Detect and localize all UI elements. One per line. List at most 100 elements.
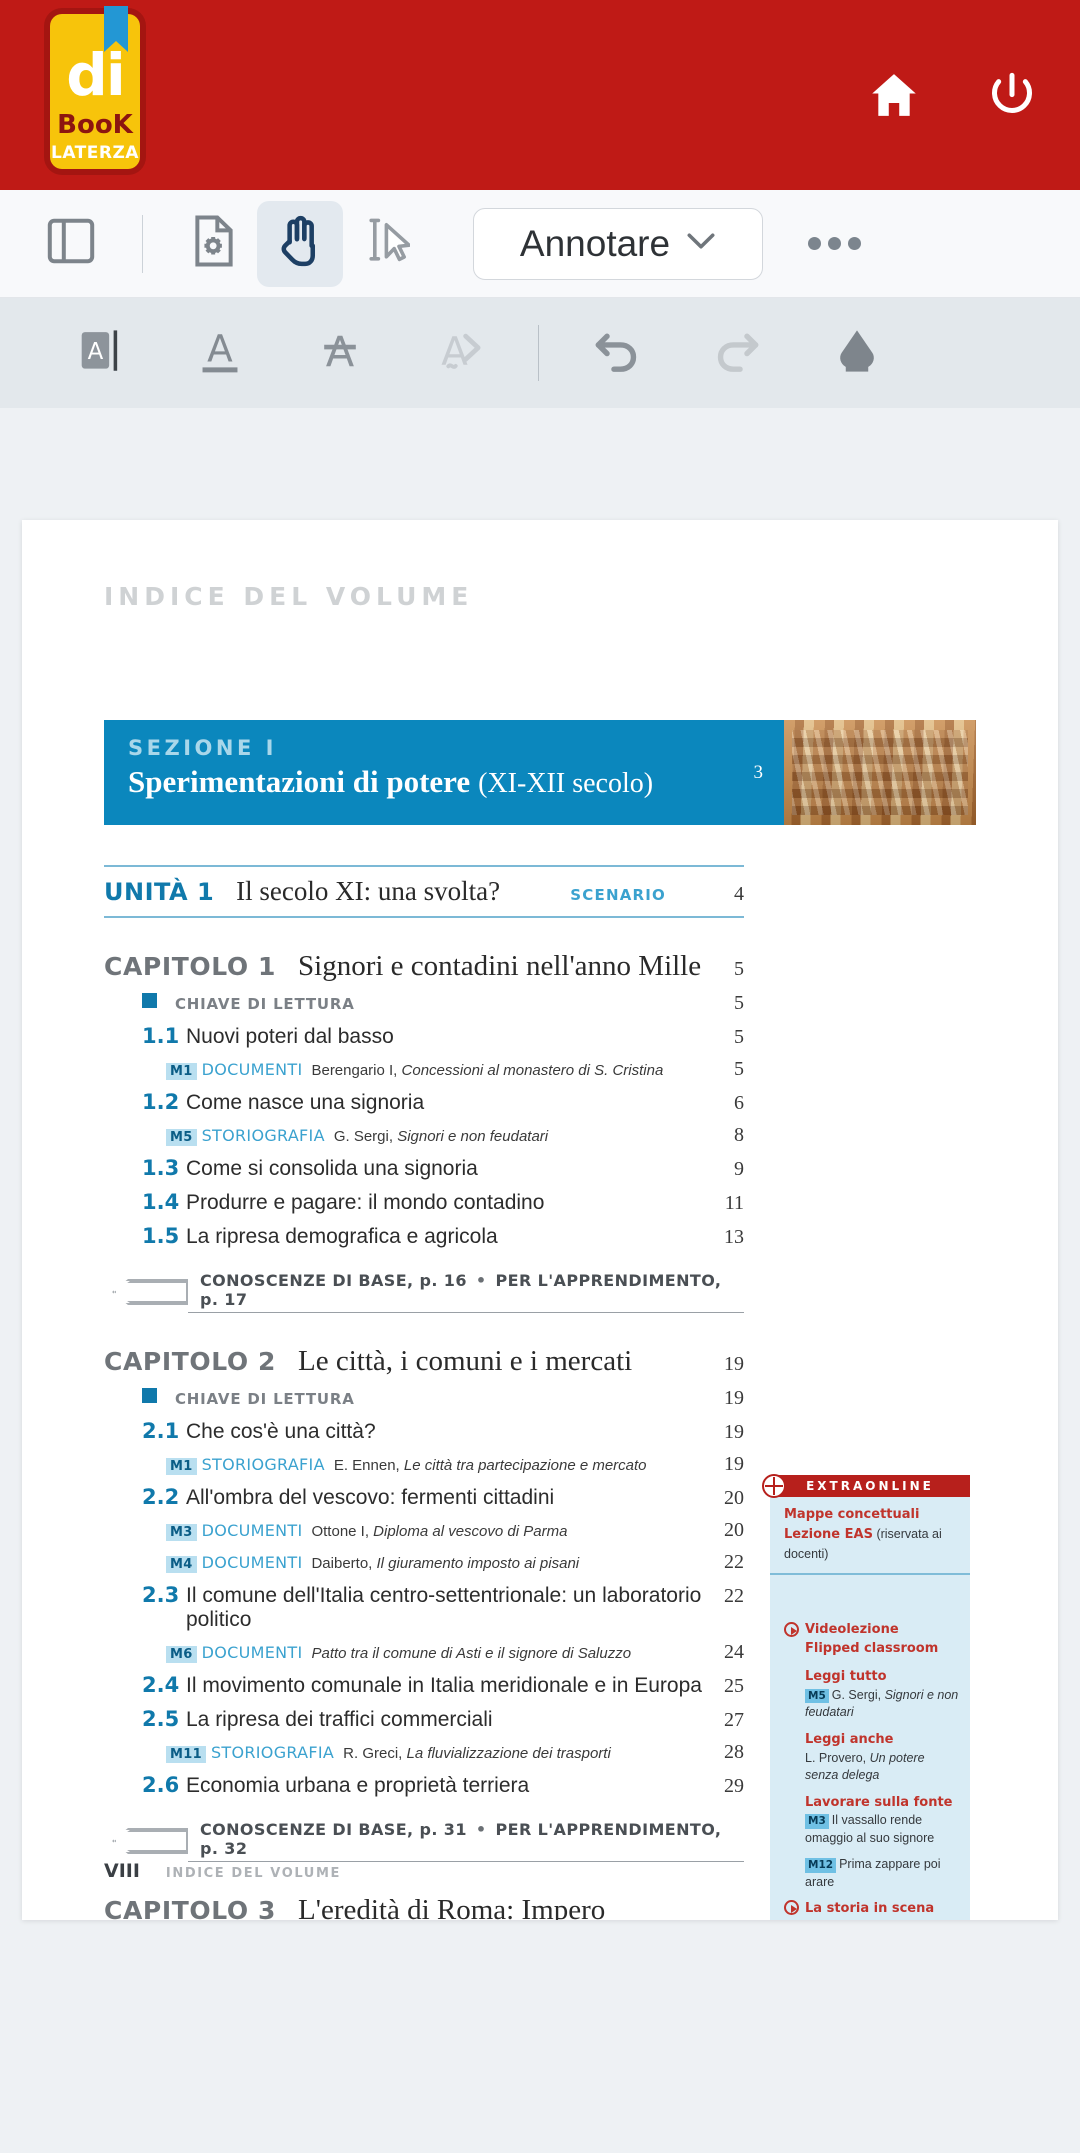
entry-number: 2.5: [142, 1707, 180, 1731]
document-viewport[interactable]: INDICE DEL VOLUME SEZIONE I Sperimentazi…: [0, 408, 1080, 2153]
extra-block-heading: Leggi tutto: [805, 1668, 887, 1684]
extra-block[interactable]: M12 Prima zappare poi arare: [784, 1856, 960, 1891]
entry-page: 8: [734, 1124, 744, 1146]
svg-text:A: A: [326, 327, 355, 376]
toc-entry-material[interactable]: M1 STORIOGRAFIA E. Ennen, Le città tra p…: [104, 1453, 744, 1476]
section-banner-text: SEZIONE I Sperimentazioni di potere (XI-X…: [104, 720, 754, 825]
unit-title: Il secolo XI: una svolta?: [236, 876, 501, 906]
entry-page: 11: [724, 1192, 744, 1214]
toc-entry-chiave[interactable]: CHIAVE DI LETTURA 5: [104, 992, 744, 1015]
material-tag: M1: [166, 1458, 197, 1475]
toc-entry-section[interactable]: 2.6 Economia urbana e proprietà terriera…: [104, 1773, 744, 1798]
chapter-tag: CAPITOLO 1: [104, 952, 277, 981]
power-icon: [987, 70, 1037, 120]
more-options-icon: [847, 237, 861, 250]
undo-button[interactable]: [557, 308, 677, 398]
eraser-button[interactable]: [797, 308, 917, 398]
strikethrough-text-icon: A: [316, 325, 364, 382]
highlight-box-button[interactable]: A: [40, 308, 160, 398]
toc-entry-section[interactable]: 2.5 La ripresa dei traffici commerciali …: [104, 1707, 744, 1732]
material-tag: M5: [166, 1129, 197, 1146]
entry-page: 25: [724, 1675, 744, 1697]
entry-number: 1.2: [142, 1090, 180, 1114]
material-desc: Berengario I, Concessioni al monastero d…: [311, 1062, 664, 1079]
unit-row[interactable]: UNITÀ 1 Il secolo XI: una svolta? SCENAR…: [104, 865, 744, 918]
entry-page: 27: [724, 1709, 744, 1731]
entry-body: M3 DOCUMENTI Ottone I, Diploma al vescov…: [104, 1521, 710, 1541]
extra-link[interactable]: La storia in scena R. Scott, The Last Du…: [784, 1899, 960, 1920]
more-options-button[interactable]: [797, 207, 871, 281]
toc-entry-material[interactable]: M1 DOCUMENTI Berengario I, Concessioni a…: [104, 1058, 744, 1081]
redo-button[interactable]: [677, 308, 797, 398]
chapter-heading[interactable]: CAPITOLO 3 L'eredità di Roma: Impero ger…: [104, 1894, 744, 1920]
power-button[interactable]: [984, 67, 1040, 123]
toc-entry-material[interactable]: M11 STORIOGRAFIA R. Greci, La fluvializz…: [104, 1741, 744, 1764]
toc-entry-chiave[interactable]: CHIAVE DI LETTURA 19: [104, 1387, 744, 1410]
underline-button[interactable]: A: [160, 308, 280, 398]
section-title-paren: (XI-XII secolo): [478, 768, 654, 799]
page-number: VIII: [104, 1860, 140, 1882]
entry-body: 2.1 Che cos'è una città?: [104, 1419, 710, 1444]
home-button[interactable]: [866, 67, 922, 123]
toc-entry-material[interactable]: M4 DOCUMENTI Daiberto, Il giuramento imp…: [104, 1551, 744, 1574]
app-logo[interactable]: di BooK LATERZA: [45, 6, 143, 171]
strikethrough-button[interactable]: A: [280, 308, 400, 398]
entry-body: 2.2 All'ombra del vescovo: fermenti citt…: [104, 1485, 710, 1510]
document-settings-icon: [191, 215, 237, 272]
material-desc: Daiberto, Il giuramento imposto ai pisan…: [311, 1555, 580, 1572]
material-tag: M3: [805, 1814, 829, 1830]
toc-entry-material[interactable]: M3 DOCUMENTI Ottone I, Diploma al vescov…: [104, 1519, 744, 1542]
play-circle-icon: [784, 1900, 799, 1916]
material-kind: DOCUMENTI: [201, 1060, 303, 1079]
toc-entry-section[interactable]: 1.1 Nuovi poteri dal basso 5: [104, 1024, 744, 1049]
entry-page: 9: [734, 1158, 744, 1180]
entry-number: 1.5: [142, 1224, 180, 1248]
toc-entry-material[interactable]: M6 DOCUMENTI Patto tra il comune di Asti…: [104, 1641, 744, 1664]
extra-top-item[interactable]: Mappe concettuali: [784, 1505, 960, 1525]
entry-page: 6: [734, 1092, 744, 1114]
extra-block[interactable]: Leggi anche L. Provero, Un potere senza …: [784, 1731, 960, 1785]
chapter-heading[interactable]: CAPITOLO 2 Le città, i comuni e i mercat…: [104, 1345, 744, 1378]
entry-page: 13: [724, 1226, 744, 1248]
toolbar-divider-1: [142, 214, 143, 273]
toc-entry-section[interactable]: 2.4 Il movimento comunale in Italia meri…: [104, 1673, 744, 1698]
material-kind: DOCUMENTI: [201, 1643, 303, 1662]
material-tag: M5: [805, 1688, 829, 1704]
entry-title: Il movimento comunale in Italia meridion…: [186, 1674, 702, 1697]
sidebar-panel-icon: [47, 218, 95, 269]
undo-icon: [591, 327, 643, 380]
toc-entry-section[interactable]: 1.3 Come si consolida una signoria 9: [104, 1156, 744, 1181]
extra-videolezione[interactable]: Videolezione: [784, 1621, 960, 1640]
toc-entry-section[interactable]: 2.2 All'ombra del vescovo: fermenti citt…: [104, 1485, 744, 1510]
select-tool-button[interactable]: [343, 201, 429, 287]
toggle-sidebar-button[interactable]: [28, 201, 114, 287]
page-settings-button[interactable]: [171, 201, 257, 287]
extra-block[interactable]: Lavorare sulla fonte M3 Il vassallo rende…: [784, 1794, 960, 1848]
toc-entry-section[interactable]: 1.5 La ripresa demografica e agricola 13: [104, 1224, 744, 1249]
freehand-button[interactable]: A: [400, 308, 520, 398]
entry-number: 2.6: [142, 1773, 180, 1797]
chapter-footer-bar[interactable]: CONOSCENZE DI BASE, p. 31 • PER L'APPRENDI…: [104, 1820, 744, 1862]
toc-entry-section[interactable]: 1.4 Produrre e pagare: il mondo contadin…: [104, 1190, 744, 1215]
material-kind: STORIOGRAFIA: [201, 1126, 325, 1145]
entry-body: 1.1 Nuovi poteri dal basso: [104, 1024, 710, 1049]
toc-entry-section[interactable]: 2.1 Che cos'è una città? 19: [104, 1419, 744, 1444]
extra-block-body: M3 Il vassallo rende omaggio al suo signo…: [805, 1813, 935, 1845]
chapter-heading[interactable]: CAPITOLO 1 Signori e contadini nell'anno…: [104, 950, 744, 983]
extra-block[interactable]: Leggi tutto M5 G. Sergi, Signori e non fe…: [784, 1668, 960, 1722]
toc-entry-section[interactable]: 1.2 Come nasce una signoria 6: [104, 1090, 744, 1115]
chapter-title-line1: L'eredità di Roma: Impero germanico: [298, 1894, 606, 1920]
toc-entry-section[interactable]: 2.3 Il comune dell'Italia centro-settent…: [104, 1583, 744, 1632]
material-desc: Ottone I, Diploma al vescovo di Parma: [311, 1523, 568, 1540]
chapter-footer-bar[interactable]: CONOSCENZE DI BASE, p. 16 • PER L'APPRENDI…: [104, 1271, 744, 1313]
logo-card: di BooK LATERZA: [50, 6, 140, 169]
annotate-mode-select[interactable]: Annotare: [473, 207, 763, 280]
extra-top-item[interactable]: Lezione EAS (riservata ai docenti): [784, 1525, 960, 1563]
toc-entry-material[interactable]: M5 STORIOGRAFIA G. Sergi, Signori e non …: [104, 1124, 744, 1147]
extra-group-subtitle: Flipped classroom: [805, 1641, 939, 1657]
entry-page: 24: [724, 1641, 744, 1663]
arrow-tag-icon: [112, 1828, 188, 1854]
hand-tool-button[interactable]: [257, 200, 343, 287]
annotate-label: Annotare: [519, 222, 671, 264]
logo-di-text: di: [66, 41, 125, 109]
